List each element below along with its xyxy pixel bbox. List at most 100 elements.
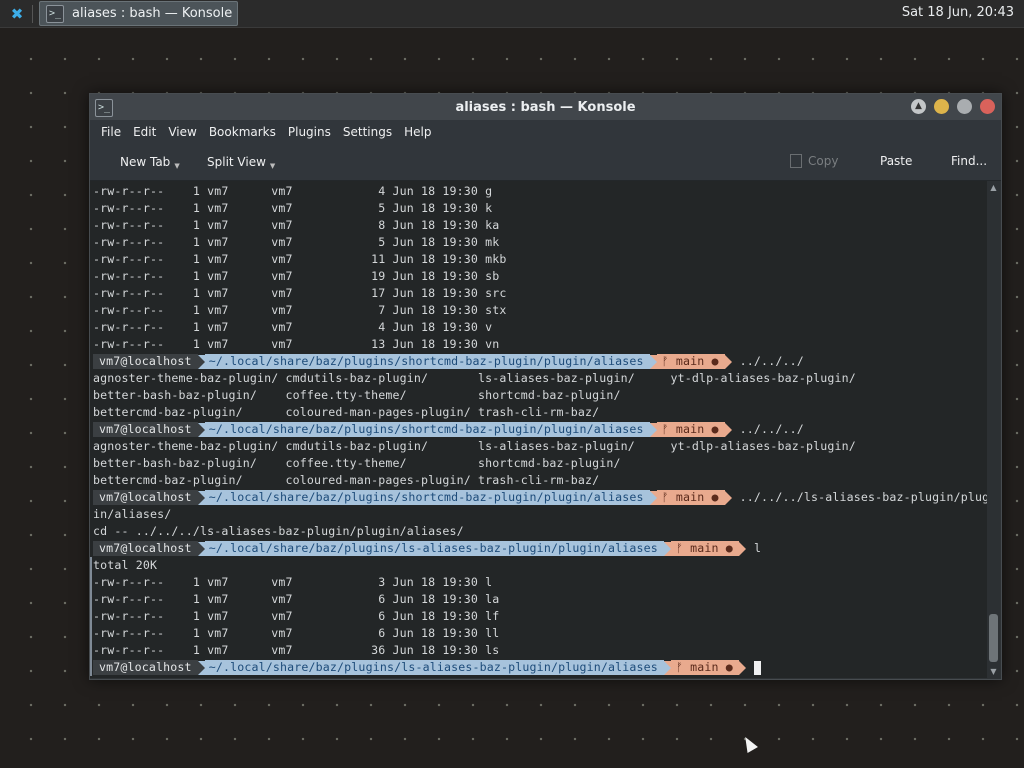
prompt-git-branch: ᚠ main ●	[656, 354, 725, 369]
powerline-separator-icon	[724, 490, 732, 505]
menu-settings[interactable]: Settings	[337, 125, 398, 139]
mouse-cursor-icon	[740, 734, 758, 753]
prompt-git-branch: ᚠ main ●	[670, 660, 739, 675]
scroll-up-icon[interactable]: ▲	[989, 183, 998, 192]
terminal-scrollbar[interactable]: ▲ ▼	[987, 181, 1000, 678]
menu-file[interactable]: File	[95, 125, 127, 139]
prompt-git-branch: ᚠ main ●	[670, 541, 739, 556]
scrollbar-thumb[interactable]	[989, 614, 998, 662]
terminal-line: better-bash-baz-plugin/ coffee.tty-theme…	[93, 388, 621, 402]
prompt-user: vm7@localhost	[93, 541, 198, 556]
powerline-separator-icon	[197, 541, 205, 556]
maximize-button[interactable]	[957, 99, 972, 114]
prompt-user: vm7@localhost	[93, 660, 198, 675]
prompt-command: ../../../ls-aliases-baz-plugin/plug	[739, 490, 987, 504]
paste-label: Paste	[880, 154, 913, 168]
terminal-line: cd -- ../../../ls-aliases-baz-plugin/plu…	[93, 524, 464, 538]
powerline-separator-icon	[649, 490, 657, 505]
powerline-separator-icon	[724, 422, 732, 437]
copy-label: Copy	[808, 154, 839, 168]
toolbar: New Tab ▼ Split View ▼ Copy Paste Find..…	[90, 144, 1001, 181]
prompt-command: l	[753, 541, 762, 555]
powerline-separator-icon	[649, 422, 657, 437]
minimize-button[interactable]	[934, 99, 949, 114]
terminal-line: -rw-r--r-- 1 vm7 vm7 6 Jun 18 19:30 ll	[90, 625, 987, 642]
konsole-window: >_ aliases : bash — Konsole ▲ File Edit …	[89, 93, 1002, 680]
clock[interactable]: Sat 18 Jun, 20:43	[902, 5, 1014, 20]
scroll-down-icon[interactable]: ▼	[989, 667, 998, 676]
terminal-line: -rw-r--r-- 1 vm7 vm7 7 Jun 18 19:30 stx	[93, 303, 507, 317]
terminal-line: -rw-r--r-- 1 vm7 vm7 5 Jun 18 19:30 k	[93, 201, 493, 215]
terminal-line: -rw-r--r-- 1 vm7 vm7 13 Jun 18 19:30 vn	[93, 337, 500, 351]
copy-icon	[790, 154, 802, 168]
menu-edit[interactable]: Edit	[127, 125, 162, 139]
terminal-line: agnoster-theme-baz-plugin/ cmdutils-baz-…	[93, 371, 856, 385]
powerline-separator-icon	[197, 490, 205, 505]
terminal-line: -rw-r--r-- 1 vm7 vm7 11 Jun 18 19:30 mkb	[93, 252, 507, 266]
panel-separator	[32, 4, 33, 23]
powerline-separator-icon	[197, 354, 205, 369]
dropdown-arrow-icon: ▼	[269, 162, 276, 170]
prompt-user: vm7@localhost	[93, 490, 198, 505]
keep-above-icon[interactable]: ▲	[911, 99, 926, 114]
prompt-path: ~/.local/share/baz/plugins/shortcmd-baz-…	[204, 490, 650, 505]
prompt-line: vm7@localhost ~/.local/share/baz/plugins/…	[93, 489, 987, 506]
split-view-button[interactable]: Split View ▼	[207, 154, 275, 170]
prompt-user: vm7@localhost	[93, 422, 198, 437]
terminal-line: -rw-r--r-- 1 vm7 vm7 19 Jun 18 19:30 sb	[93, 269, 500, 283]
terminal-view[interactable]: -rw-r--r-- 1 vm7 vm7 4 Jun 18 19:30 g -rw…	[90, 181, 987, 678]
terminal-line: better-bash-baz-plugin/ coffee.tty-theme…	[93, 456, 621, 470]
terminal-line: -rw-r--r-- 1 vm7 vm7 5 Jun 18 19:30 mk	[93, 235, 500, 249]
terminal-line: -rw-r--r-- 1 vm7 vm7 36 Jun 18 19:30 ls	[90, 642, 987, 659]
prompt-line: vm7@localhost ~/.local/share/baz/plugins/…	[90, 659, 987, 676]
new-tab-label: New Tab	[120, 155, 171, 169]
menu-view[interactable]: View	[162, 125, 202, 139]
terminal-line: -rw-r--r-- 1 vm7 vm7 4 Jun 18 19:30 v	[93, 320, 493, 334]
prompt-command: ../../../	[739, 422, 804, 436]
powerline-separator-icon	[724, 354, 732, 369]
terminal-line: bettercmd-baz-plugin/ coloured-man-pages…	[93, 405, 600, 419]
window-title: aliases : bash — Konsole	[455, 99, 636, 115]
prompt-command: ../../../	[739, 354, 804, 368]
terminal-line: total 20K	[90, 557, 987, 574]
terminal-line: -rw-r--r-- 1 vm7 vm7 4 Jun 18 19:30 g	[93, 184, 493, 198]
terminal-line: -rw-r--r-- 1 vm7 vm7 8 Jun 18 19:30 ka	[93, 218, 500, 232]
konsole-icon[interactable]: >_	[95, 99, 113, 117]
terminal-line: in/aliases/	[93, 507, 172, 521]
title-bar[interactable]: >_ aliases : bash — Konsole ▲	[90, 94, 1001, 120]
menu-bookmarks[interactable]: Bookmarks	[203, 125, 282, 139]
prompt-git-branch: ᚠ main ●	[656, 490, 725, 505]
new-tab-button[interactable]: New Tab ▼	[120, 154, 180, 170]
copy-button[interactable]: Copy	[790, 154, 838, 168]
prompt-line: vm7@localhost ~/.local/share/baz/plugins/…	[93, 353, 987, 370]
terminal-line: agnoster-theme-baz-plugin/ cmdutils-baz-…	[93, 439, 856, 453]
prompt-path: ~/.local/share/baz/plugins/ls-aliases-ba…	[204, 541, 664, 556]
find-button[interactable]: Find...	[951, 154, 987, 168]
powerline-separator-icon	[649, 354, 657, 369]
top-panel: ✖ >_ aliases : bash — Konsole Sat 18 Jun…	[0, 0, 1024, 28]
terminal-output: -rw-r--r-- 1 vm7 vm7 4 Jun 18 19:30 g -rw…	[90, 183, 987, 676]
close-button[interactable]	[980, 99, 995, 114]
window-controls: ▲	[911, 99, 995, 114]
menu-plugins[interactable]: Plugins	[282, 125, 337, 139]
paste-button[interactable]: Paste	[880, 154, 912, 168]
prompt-git-branch: ᚠ main ●	[656, 422, 725, 437]
find-label: Find...	[951, 154, 988, 168]
split-view-label: Split View	[207, 155, 266, 169]
powerline-separator-icon	[197, 660, 205, 675]
powerline-separator-icon	[663, 660, 671, 675]
powerline-separator-icon	[738, 660, 746, 675]
taskbar-item-konsole[interactable]: >_ aliases : bash — Konsole	[39, 1, 238, 26]
prompt-path: ~/.local/share/baz/plugins/shortcmd-baz-…	[204, 354, 650, 369]
taskbar-item-label: aliases : bash — Konsole	[72, 6, 233, 21]
terminal-line: bettercmd-baz-plugin/ coloured-man-pages…	[93, 473, 600, 487]
prompt-line: vm7@localhost ~/.local/share/baz/plugins/…	[93, 540, 987, 557]
terminal-line: -rw-r--r-- 1 vm7 vm7 17 Jun 18 19:30 src	[93, 286, 507, 300]
terminal-line: -rw-r--r-- 1 vm7 vm7 6 Jun 18 19:30 la	[90, 591, 987, 608]
powerline-separator-icon	[738, 541, 746, 556]
powerline-separator-icon	[663, 541, 671, 556]
prompt-user: vm7@localhost	[93, 354, 198, 369]
app-launcher-icon[interactable]: ✖	[6, 3, 28, 25]
menu-bar: File Edit View Bookmarks Plugins Setting…	[90, 120, 1001, 144]
menu-help[interactable]: Help	[398, 125, 437, 139]
